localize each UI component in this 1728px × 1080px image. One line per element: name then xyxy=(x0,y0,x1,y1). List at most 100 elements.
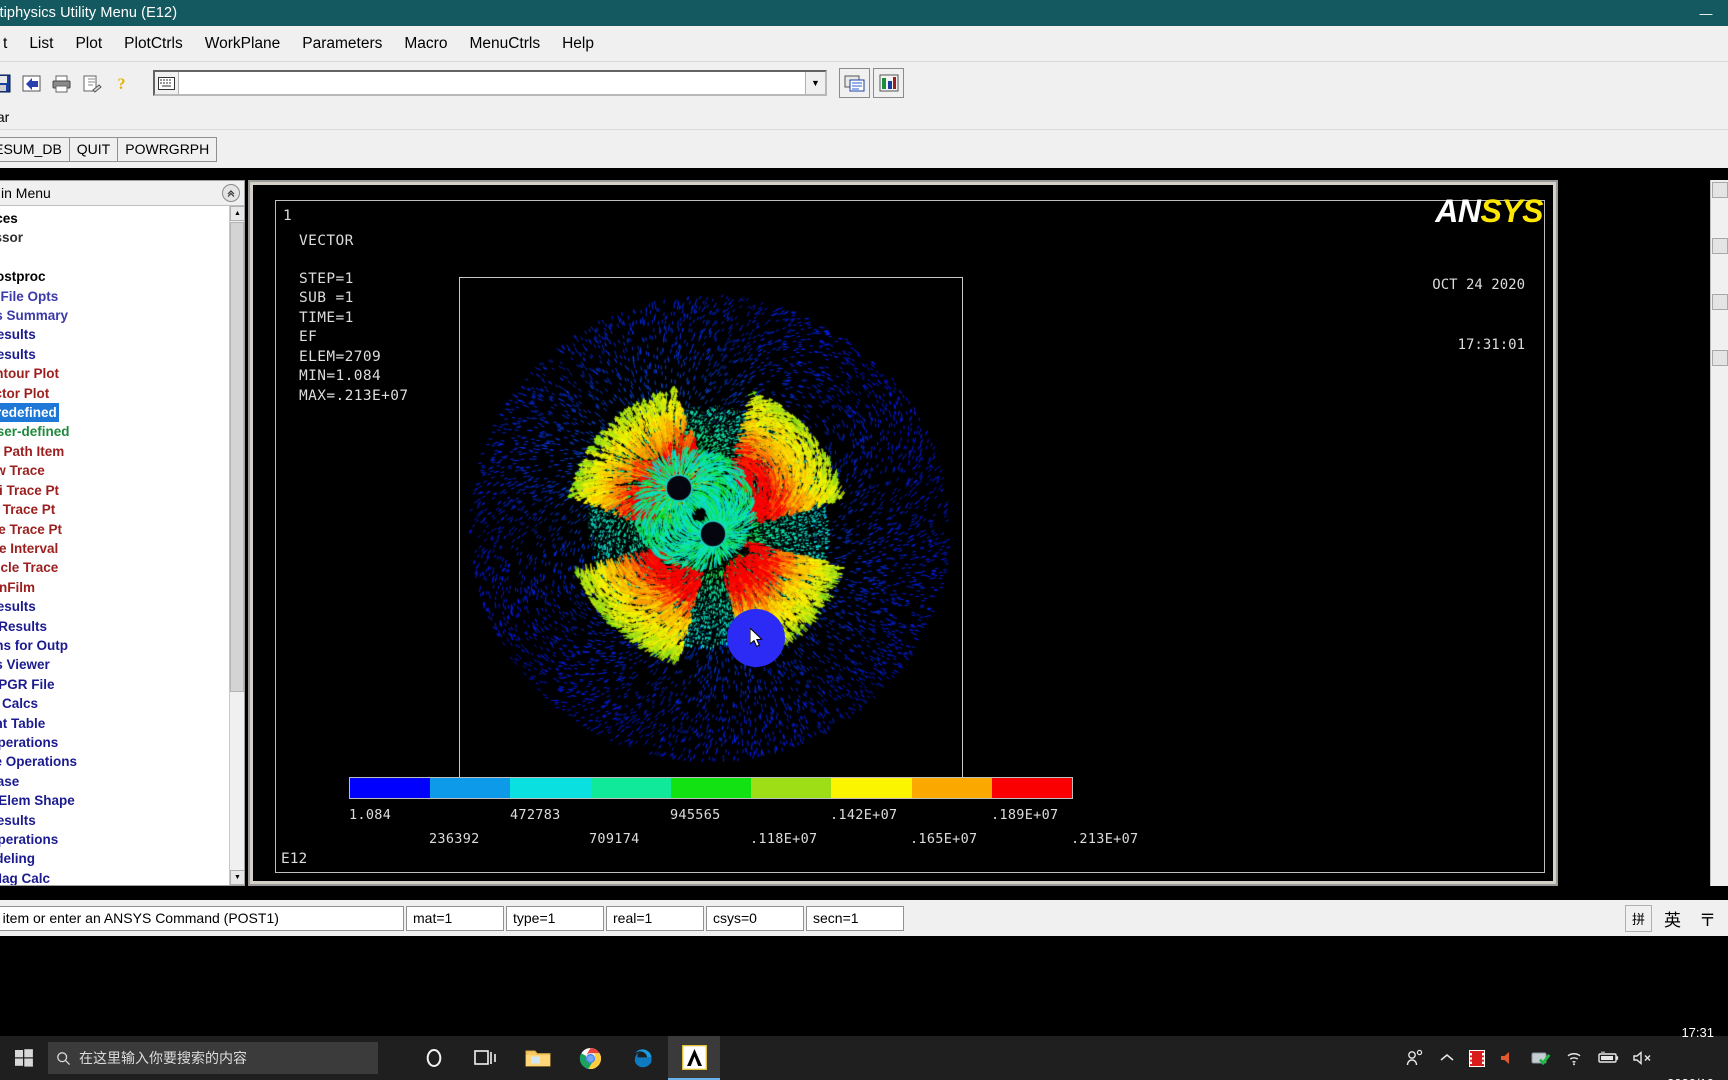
main-menu-item[interactable]: Predefined xyxy=(0,403,244,422)
battery-icon[interactable] xyxy=(1597,1051,1619,1065)
cortana-icon[interactable] xyxy=(408,1036,460,1080)
menu-item-help[interactable]: Help xyxy=(551,32,605,56)
menu-item-file[interactable]: t xyxy=(0,32,18,56)
ime-mode-english[interactable]: 英 xyxy=(1658,905,1687,932)
main-menu-item[interactable]: st Trace Pt xyxy=(0,500,244,519)
main-menu-item-label: ontour Plot xyxy=(0,366,59,381)
main-menu-item[interactable]: Operations xyxy=(0,830,244,849)
help-icon[interactable]: ? xyxy=(108,70,135,97)
security-shield-icon[interactable] xyxy=(1531,1050,1551,1067)
scrollbar-thumb[interactable] xyxy=(230,222,244,692)
main-menu-item[interactable]: odeling xyxy=(0,849,244,868)
main-menu-item[interactable]: k Elem Shape xyxy=(0,791,244,810)
main-menu-item[interactable]: ons for Outp xyxy=(0,636,244,655)
menu-item-plot[interactable]: Plot xyxy=(64,32,113,56)
save-db-icon[interactable] xyxy=(0,70,15,97)
main-menu-item[interactable]: hinFilm xyxy=(0,578,244,597)
right-scroll-button-2[interactable] xyxy=(1712,238,1728,254)
main-menu-item[interactable]: Results xyxy=(0,811,244,830)
show-hidden-icons-chevron[interactable] xyxy=(1439,1052,1455,1064)
right-scroll-button-4[interactable] xyxy=(1712,350,1728,366)
taskbar-search-box[interactable]: 在这里输入你要搜索的内容 xyxy=(48,1042,378,1074)
status-bar: u item or enter an ANSYS Command (POST1)… xyxy=(0,900,1728,936)
main-menu-item[interactable]: essor xyxy=(0,228,244,247)
main-menu-item[interactable]: nces xyxy=(0,209,244,228)
main-menu-item[interactable]: me Interval xyxy=(0,539,244,558)
main-menu-item[interactable]: Results xyxy=(0,345,244,364)
main-menu-item[interactable]: ontour Plot xyxy=(0,364,244,383)
main-menu-item[interactable]: Case xyxy=(0,772,244,791)
right-edge-scrollbar[interactable] xyxy=(1710,180,1728,886)
taskbar-clock[interactable]: 17:31 2020/10 xyxy=(1667,990,1718,1080)
ansys-logo-sys: SYS xyxy=(1480,193,1543,229)
abbr-button-resume-db[interactable]: RESUM_DB xyxy=(0,137,70,162)
main-menu-item[interactable]: rticle Trace xyxy=(0,558,244,577)
main-menu-item[interactable]: lts Viewer xyxy=(0,655,244,674)
report-generator-icon[interactable] xyxy=(78,70,105,97)
main-menu-item-label: Predefined xyxy=(0,403,59,422)
menu-item-workplane[interactable]: WorkPlane xyxy=(194,32,292,56)
main-menu-item[interactable]: Operations xyxy=(0,733,244,752)
ansys-icon[interactable] xyxy=(668,1036,720,1080)
reset-picking-icon[interactable] xyxy=(873,68,904,98)
main-menu-item[interactable]: al Calcs xyxy=(0,694,244,713)
main-menu-item[interactable]: lts Summary xyxy=(0,306,244,325)
main-menu-item[interactable]: /Mag Calc xyxy=(0,869,244,885)
scroll-up-arrow[interactable]: ▲ xyxy=(230,206,244,221)
main-menu-item[interactable]: & File Opts xyxy=(0,287,244,306)
edge-icon[interactable] xyxy=(616,1036,668,1080)
wifi-icon[interactable] xyxy=(1565,1050,1583,1066)
search-placeholder-text: 在这里输入你要搜索的内容 xyxy=(79,1048,247,1068)
main-menu-item[interactable]: ent Table xyxy=(0,714,244,733)
main-menu-item[interactable]: ector Plot xyxy=(0,384,244,403)
graphics-window-frame: 1 VECTOR STEP=1 SUB =1 TIME=1 EF ELEM=27… xyxy=(248,180,1558,886)
menu-item-list[interactable]: List xyxy=(18,32,64,56)
menu-item-parameters[interactable]: Parameters xyxy=(291,32,393,56)
abbr-button-powrgrph[interactable]: POWRGRPH xyxy=(117,137,217,162)
mute-icon[interactable] xyxy=(1633,1050,1653,1066)
main-menu-item[interactable]: Results xyxy=(0,597,244,616)
minimize-button[interactable]: — xyxy=(1684,0,1728,26)
chevron-down-icon[interactable]: ▼ xyxy=(805,72,825,94)
graphics-canvas[interactable]: 1 VECTOR STEP=1 SUB =1 TIME=1 EF ELEM=27… xyxy=(253,185,1553,881)
main-toolbar: ? ▼ xyxy=(0,62,1728,104)
main-menu-item-label: rticle Trace xyxy=(0,560,58,575)
main-menu-item[interactable]: Postproc xyxy=(0,267,244,286)
main-menu-item[interactable]: ow Trace xyxy=(0,461,244,480)
abbr-button-quit[interactable]: QUIT xyxy=(69,137,118,162)
main-menu-scrollbar[interactable]: ▲ ▼ xyxy=(229,206,244,885)
main-menu-item[interactable]: y Results xyxy=(0,617,244,636)
scroll-down-arrow[interactable]: ▼ xyxy=(230,870,244,885)
main-menu-item[interactable]: ce Operations xyxy=(0,752,244,771)
status-field-mat: mat=1 xyxy=(406,906,504,931)
volume-speaker-icon[interactable] xyxy=(1499,1050,1517,1066)
menu-item-plotctrls[interactable]: PlotCtrls xyxy=(113,32,194,56)
screen-recorder-icon[interactable] xyxy=(1469,1050,1485,1067)
menu-item-menuctrls[interactable]: MenuCtrls xyxy=(458,32,551,56)
windows-taskbar: 在这里输入你要搜索的内容 17:31 xyxy=(0,1036,1728,1080)
main-menu-item[interactable]: e PGR File xyxy=(0,675,244,694)
main-menu-item[interactable]: n xyxy=(0,248,244,267)
ime-mode-pinyin[interactable]: 拼 xyxy=(1625,905,1652,932)
chrome-icon[interactable] xyxy=(564,1036,616,1080)
menu-item-macro[interactable]: Macro xyxy=(393,32,458,56)
right-scroll-button-1[interactable] xyxy=(1712,182,1728,198)
main-menu-tree[interactable]: nces essor n Postproc & File Opts lts Summa… xyxy=(0,206,244,885)
raise-hidden-icon[interactable] xyxy=(839,68,870,98)
main-menu-item[interactable]: ele Trace Pt xyxy=(0,520,244,539)
file-explorer-icon[interactable] xyxy=(512,1036,564,1080)
command-input[interactable] xyxy=(179,72,805,94)
print-icon[interactable] xyxy=(48,70,75,97)
task-view-icon[interactable] xyxy=(460,1036,512,1080)
main-menu-item-label: ce Operations xyxy=(0,754,77,769)
main-menu-item[interactable]: ot Path Item xyxy=(0,442,244,461)
main-menu-item[interactable]: efi Trace Pt xyxy=(0,481,244,500)
collapse-icon[interactable] xyxy=(222,184,240,202)
main-menu-item[interactable]: User-defined xyxy=(0,422,244,441)
resume-db-icon[interactable] xyxy=(18,70,45,97)
people-icon[interactable] xyxy=(1405,1049,1425,1067)
right-scroll-button-3[interactable] xyxy=(1712,294,1728,310)
ime-extra-icon[interactable]: 〒 xyxy=(1693,905,1722,932)
windows-start-icon[interactable] xyxy=(0,1036,48,1080)
main-menu-item[interactable]: Results xyxy=(0,325,244,344)
